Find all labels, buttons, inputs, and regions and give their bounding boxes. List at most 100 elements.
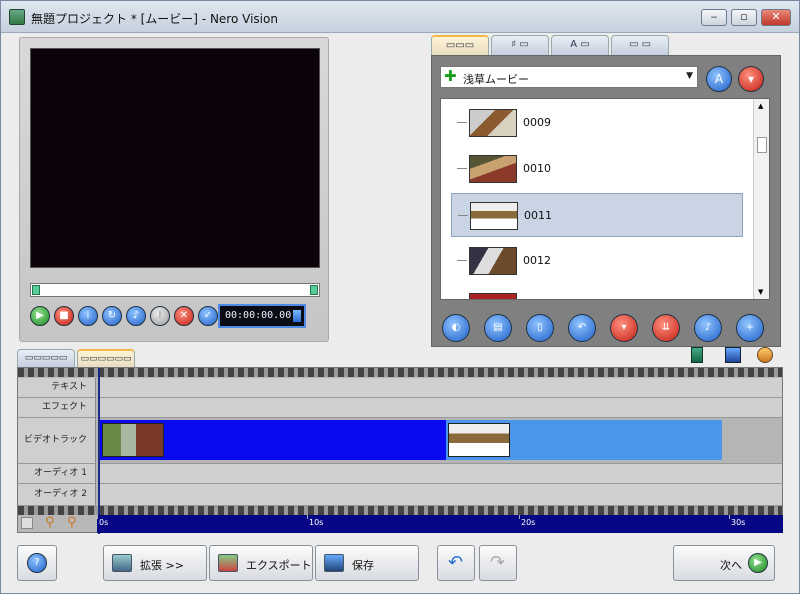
scroll-thumb[interactable]: [757, 137, 767, 153]
ruler-label: 0s: [99, 518, 109, 527]
chevron-down-icon[interactable]: ▼: [686, 71, 693, 81]
play-icon[interactable]: ▶: [30, 306, 50, 326]
add-icon[interactable]: +: [736, 314, 764, 342]
media-toolbar: ◐ ▤ ▯ ↶ ▾ ⇊ ♪ +: [432, 310, 782, 346]
timeline: テキスト エフェクト ビデオトラック オーディオ 1 オーディオ 2: [17, 367, 783, 534]
help-button[interactable]: ?: [17, 545, 57, 581]
expand-label: 拡張 >>: [140, 559, 184, 572]
track-lane-audio-1[interactable]: [98, 464, 782, 484]
sort-az-icon[interactable]: A: [706, 66, 732, 92]
filmstrip-bottom: [18, 506, 782, 515]
album-dropdown[interactable]: ✚ 浅草ムービー ▼: [440, 66, 698, 88]
main-window: 無題プロジェクト * [ムービー] - Nero Vision ‒ ▫ ✕ ▶ …: [0, 0, 800, 594]
clip-name: 0011: [524, 209, 552, 222]
loop-icon[interactable]: ↻: [102, 306, 122, 326]
cube-icon[interactable]: [725, 347, 741, 363]
stop-icon[interactable]: ■: [54, 306, 74, 326]
next-arrow-icon: ▶: [748, 553, 768, 573]
track-label-effect: エフェクト: [18, 398, 96, 418]
export-icon: [218, 554, 238, 572]
timecode-display[interactable]: 00:00:00.00: [218, 304, 306, 328]
delete-media-icon[interactable]: ▾: [738, 66, 764, 92]
check-icon[interactable]: ✓: [198, 306, 218, 326]
delete-icon[interactable]: ✕: [174, 306, 194, 326]
redo-icon: ↷: [490, 552, 506, 573]
film-icon[interactable]: ▤: [484, 314, 512, 342]
timecode-spinner-icon[interactable]: [293, 310, 301, 322]
list-item[interactable]: 0010: [451, 147, 743, 191]
track-lane-effect[interactable]: [98, 398, 782, 418]
track-label-text: テキスト: [18, 378, 96, 398]
window-title: 無題プロジェクト * [ムービー] - Nero Vision: [31, 12, 278, 26]
track-label-audio-2: オーディオ 2: [18, 484, 96, 506]
media-list-scrollbar[interactable]: ▲ ▼: [753, 99, 769, 299]
list-item[interactable]: 0012: [451, 239, 743, 283]
storyboard-icon[interactable]: [691, 347, 703, 363]
video-clip[interactable]: [446, 420, 722, 460]
clip-thumbnail: [469, 155, 517, 183]
save-label: 保存: [352, 559, 374, 572]
clip-thumbnail: [469, 293, 517, 299]
next-button[interactable]: 次へ ▶: [673, 545, 775, 581]
title-bar: 無題プロジェクト * [ムービー] - Nero Vision ‒ ▫ ✕: [1, 1, 799, 33]
tab-effects[interactable]: ♯ ▭: [491, 35, 549, 55]
tab-text[interactable]: A ▭: [551, 35, 609, 55]
remove-icon[interactable]: ▾: [610, 314, 638, 342]
track-lane-audio-2[interactable]: [98, 484, 782, 506]
document-icon[interactable]: ▯: [526, 314, 554, 342]
clip-thumbnail: [470, 202, 518, 230]
expand-button[interactable]: 拡張 >>: [103, 545, 207, 581]
media-panel: ✚ 浅草ムービー ▼ A ▾ 0009 0010 0011 0012 ▲ ▼ ◐…: [431, 55, 781, 347]
add-album-icon[interactable]: ✚: [444, 69, 458, 84]
next-label: 次へ: [720, 559, 742, 572]
time-ruler[interactable]: 0s 10s 20s 30s: [97, 515, 783, 533]
video-preview: [30, 48, 320, 268]
audio-icon[interactable]: ♪: [126, 306, 146, 326]
music-icon[interactable]: ♪: [694, 314, 722, 342]
minimize-button[interactable]: ‒: [701, 9, 727, 26]
playhead[interactable]: [98, 368, 100, 534]
zoom-in-icon[interactable]: ⚲: [45, 515, 55, 530]
remove-all-icon[interactable]: ⇊: [652, 314, 680, 342]
list-item[interactable]: 0011: [451, 193, 743, 237]
track-label-video: ビデオトラック: [18, 418, 96, 464]
tab-timeline[interactable]: ▭▭▭▭▭▭: [77, 349, 135, 367]
snap-icon[interactable]: [21, 517, 33, 529]
clip-thumbnail: [469, 247, 517, 275]
audio-volume-icon[interactable]: [757, 347, 773, 363]
tab-storyboard[interactable]: ▭▭▭▭▭: [17, 349, 75, 367]
maximize-button[interactable]: ▫: [731, 9, 757, 26]
undo-icon[interactable]: ↶: [568, 314, 596, 342]
import-icon[interactable]: ◐: [442, 314, 470, 342]
save-button[interactable]: 保存: [315, 545, 419, 581]
list-item[interactable]: 0009: [451, 101, 743, 145]
timecode-value: 00:00:00.00: [225, 310, 292, 321]
undo-icon: ↶: [448, 552, 464, 573]
expand-icon: [112, 554, 132, 572]
scroll-up-icon[interactable]: ▲: [758, 102, 763, 110]
nero-app-icon: [9, 9, 25, 25]
album-name: 浅草ムービー: [463, 73, 529, 86]
undo-button[interactable]: ↶: [437, 545, 475, 581]
clip-name: 0012: [523, 254, 551, 267]
clip-thumbnail: [102, 423, 164, 457]
list-item[interactable]: 0013: [451, 285, 743, 299]
close-button[interactable]: ✕: [761, 9, 791, 26]
step-icon[interactable]: ⁞: [78, 306, 98, 326]
help-icon: ?: [27, 553, 47, 573]
zoom-out-icon[interactable]: ⚲: [67, 515, 77, 530]
preview-panel: ▶ ■ ⁞ ↻ ♪ ⁝ ✕ ✓ 00:00:00.00: [19, 37, 329, 342]
scroll-down-icon[interactable]: ▼: [758, 288, 763, 296]
redo-button[interactable]: ↷: [479, 545, 517, 581]
tab-video[interactable]: ▭▭▭: [431, 35, 489, 55]
trim-start-handle[interactable]: [32, 285, 40, 295]
video-clip[interactable]: [100, 420, 446, 460]
tab-transitions[interactable]: ▭ ▭: [611, 35, 669, 55]
export-button[interactable]: エクスポート: [209, 545, 313, 581]
trim-end-handle[interactable]: [310, 285, 318, 295]
track-lane-text[interactable]: [98, 378, 782, 398]
export-label: エクスポート: [246, 559, 312, 572]
split-icon[interactable]: ⁝: [150, 306, 170, 326]
track-lane-video[interactable]: [98, 418, 782, 464]
preview-scrubber[interactable]: [30, 283, 320, 297]
